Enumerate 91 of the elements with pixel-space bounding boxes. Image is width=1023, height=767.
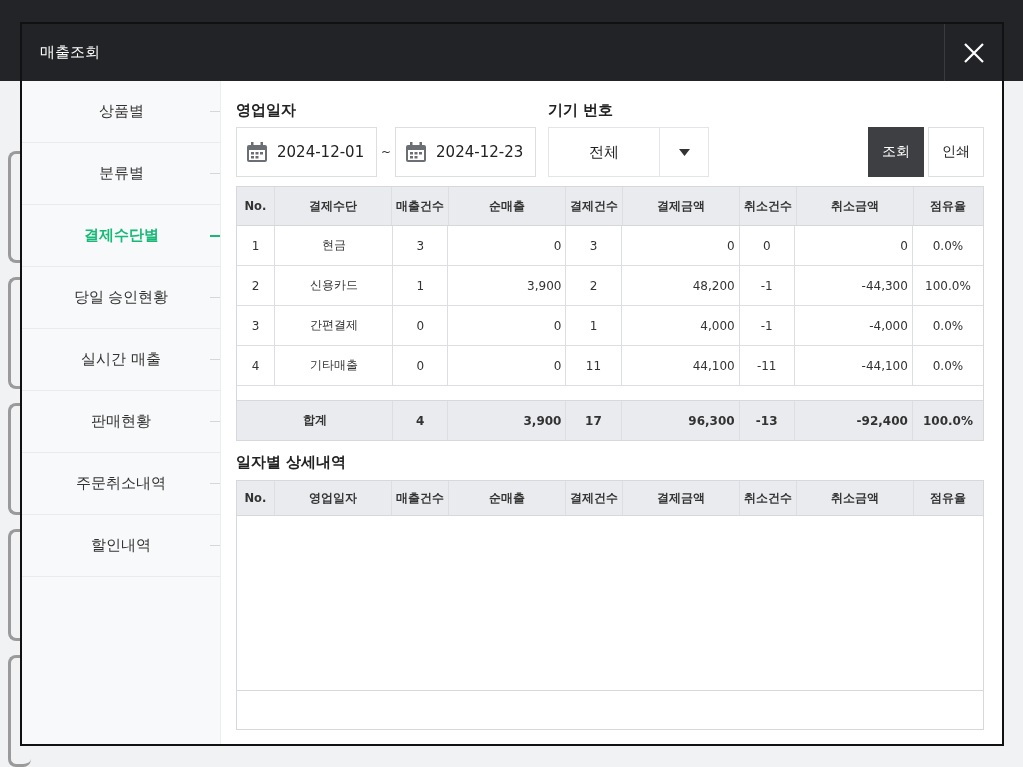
dash-icon — [210, 173, 220, 174]
table-cell: 0 — [393, 306, 449, 345]
column-header: 취소금액 — [796, 187, 914, 225]
table-cell: 0 — [448, 306, 567, 345]
sidebar-item[interactable]: 당일 승인현황 — [22, 267, 220, 329]
dash-icon — [210, 545, 220, 546]
column-header: 취소건수 — [739, 481, 797, 515]
section-title: 일자별 상세내역 — [236, 453, 348, 472]
table-cell: -11 — [739, 346, 795, 385]
calendar-icon — [405, 141, 428, 163]
table-cell: 기타매출 — [275, 346, 394, 385]
table-cell: 4,000 — [621, 306, 740, 345]
total-cell-text: 100.0% — [921, 412, 974, 430]
total-cell: 17 — [566, 401, 622, 440]
table-cell: 0 — [448, 346, 567, 385]
table-cell-text: 100.0% — [924, 277, 972, 295]
date-field[interactable]: 2024-12-01 — [236, 127, 377, 177]
field-label: 영업일자 — [236, 101, 297, 120]
column-header: 점유율 — [929, 197, 968, 215]
total-cell: 3,900 — [448, 401, 567, 440]
field-label: 기기 번호 — [548, 101, 615, 120]
table-cell-text: 0.0% — [931, 357, 965, 375]
date-field[interactable]: 2024-12-23 — [395, 127, 537, 177]
sidebar-item[interactable]: 실시간 매출 — [22, 329, 220, 391]
column-header: 매출건수 — [391, 481, 449, 515]
column-header: No. — [237, 187, 275, 225]
dash-icon — [210, 359, 220, 360]
table-cell: 0 — [393, 346, 449, 385]
table-cell: 1 — [237, 226, 276, 265]
sidebar-item[interactable]: 상품별 — [22, 81, 220, 143]
table-cell: 3 — [237, 306, 276, 345]
table-cell: 4 — [237, 346, 276, 385]
print-button[interactable]: 인쇄 — [928, 127, 984, 177]
table-cell: -44,100 — [794, 346, 913, 385]
table-cell: 신용카드 — [275, 266, 394, 305]
table-cell: -44,300 — [794, 266, 913, 305]
range-separator: ~ — [381, 145, 392, 159]
table-cell: 2 — [566, 266, 622, 305]
calendar-icon — [246, 141, 268, 163]
table-cell: 3 — [393, 226, 449, 265]
total-cell: -13 — [739, 401, 795, 440]
column-header: 순매출 — [448, 187, 566, 225]
column-header: 영업일자 — [274, 481, 392, 515]
sidebar-item[interactable]: 판매현황 — [22, 391, 220, 453]
table-cell: -4,000 — [794, 306, 913, 345]
column-header: 결제금액 — [622, 481, 740, 515]
column-header: 결제건수 — [565, 187, 623, 225]
dash-icon — [210, 421, 220, 422]
caret-icon — [678, 148, 690, 156]
column-header: 매출건수 — [391, 187, 449, 225]
column-header: 결제금액 — [622, 187, 740, 225]
dash-icon — [210, 483, 220, 484]
table-cell: 0 — [621, 226, 740, 265]
column-header: 취소건수 — [739, 187, 797, 225]
table-cell-text: 0.0% — [931, 237, 965, 255]
table-cell: 48,200 — [621, 266, 740, 305]
total-cell: 96,300 — [621, 401, 740, 440]
dash-icon — [210, 235, 220, 237]
table-cell: 1 — [393, 266, 449, 305]
table-cell: 현금 — [275, 226, 394, 265]
total-cell: 4 — [393, 401, 449, 440]
table-cell: 0 — [448, 226, 567, 265]
column-header: 결제건수 — [565, 481, 623, 515]
table-cell: 3 — [566, 226, 622, 265]
table-cell: -1 — [739, 266, 795, 305]
column-header: 결제수단 — [274, 187, 392, 225]
table-cell: 0 — [794, 226, 913, 265]
table-cell: 3,900 — [448, 266, 567, 305]
total-cell: -92,400 — [794, 401, 913, 440]
table-cell: 44,100 — [621, 346, 740, 385]
column-header: 순매출 — [448, 481, 566, 515]
table-cell: -1 — [739, 306, 795, 345]
dash-icon — [210, 297, 220, 298]
table-cell: 11 — [566, 346, 622, 385]
column-header: 점유율 — [929, 489, 968, 507]
table-cell: 2 — [237, 266, 276, 305]
column-header: No. — [237, 481, 275, 515]
sidebar-item[interactable]: 할인내역 — [22, 515, 220, 577]
table-cell: 간편결제 — [275, 306, 394, 345]
column-header: 취소금액 — [796, 481, 914, 515]
sidebar-item[interactable]: 분류별 — [22, 143, 220, 205]
search-button[interactable]: 조회 — [868, 127, 924, 177]
total-label: 합계 — [237, 401, 394, 440]
table-cell-text: 0.0% — [931, 317, 965, 335]
table-cell: 1 — [566, 306, 622, 345]
close-icon — [962, 41, 985, 64]
sidebar-item[interactable]: 주문취소내역 — [22, 453, 220, 515]
dash-icon — [210, 111, 220, 112]
device-select[interactable]: 전체 — [548, 127, 710, 177]
table-cell: 0 — [739, 226, 795, 265]
window-title: 매출조회 — [39, 43, 100, 62]
